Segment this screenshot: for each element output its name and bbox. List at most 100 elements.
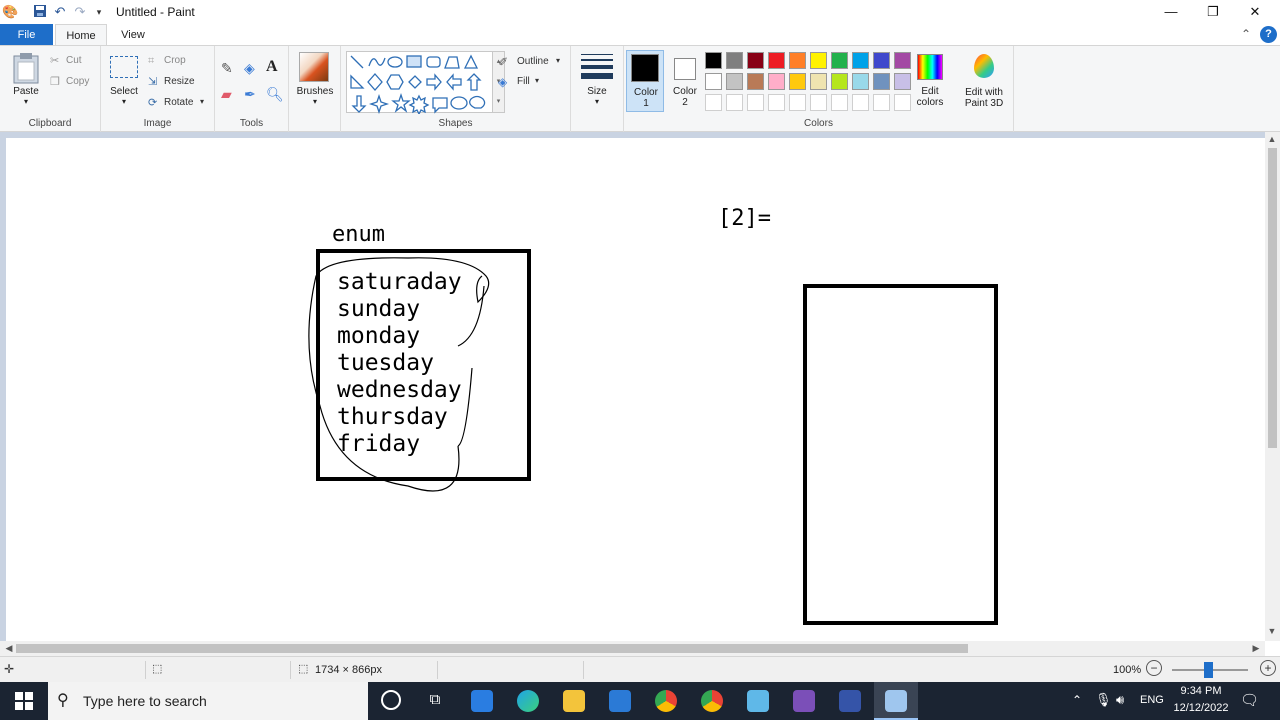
- vertical-scrollbar[interactable]: ▲ ▼: [1265, 132, 1280, 641]
- palette-custom-slot-3[interactable]: [747, 94, 764, 111]
- pencil-icon[interactable]: ✎: [221, 60, 233, 76]
- chrome-icon-2[interactable]: [701, 690, 723, 712]
- fill-bucket-icon[interactable]: ◈: [244, 60, 255, 76]
- palette-custom-slot-5[interactable]: [789, 94, 806, 111]
- edit-with-paint3d-button[interactable]: Edit with Paint 3D: [956, 50, 1012, 114]
- palette-swatch-2-8[interactable]: [852, 73, 869, 90]
- palette-swatch-2-1[interactable]: [705, 73, 722, 90]
- copy-button[interactable]: Copy: [66, 76, 89, 87]
- clock-date[interactable]: 12/12/2022: [1168, 702, 1234, 714]
- close-button[interactable]: ✕: [1232, 0, 1278, 24]
- palette-custom-slot-1[interactable]: [705, 94, 722, 111]
- palette-swatch-1-3[interactable]: [747, 52, 764, 69]
- color1-button[interactable]: Color 1: [626, 50, 664, 112]
- palette-custom-slot-8[interactable]: [852, 94, 869, 111]
- palette-custom-slot-9[interactable]: [873, 94, 890, 111]
- zoom-in-button[interactable]: +: [1260, 660, 1276, 676]
- language-indicator[interactable]: ENG: [1140, 694, 1164, 706]
- edit-colors-button[interactable]: Edit colors: [912, 50, 948, 112]
- palette-swatch-2-5[interactable]: [789, 73, 806, 90]
- palette-swatch-2-9[interactable]: [873, 73, 890, 90]
- text-tool-icon[interactable]: A: [266, 59, 278, 75]
- outline-dropdown-icon[interactable]: ▾: [556, 56, 560, 65]
- outline-button[interactable]: Outline: [517, 56, 549, 67]
- customize-toolbar-chevron-icon[interactable]: ▾: [91, 4, 107, 20]
- tab-file[interactable]: File: [0, 24, 53, 46]
- palette-swatch-1-6[interactable]: [810, 52, 827, 69]
- zoom-out-button[interactable]: −: [1146, 660, 1162, 676]
- palette-swatch-1-4[interactable]: [768, 52, 785, 69]
- edge-icon[interactable]: [517, 690, 539, 712]
- save-icon[interactable]: [32, 4, 48, 20]
- restore-button[interactable]: ❐: [1190, 0, 1236, 24]
- fill-button[interactable]: Fill: [517, 76, 530, 87]
- palette-swatch-1-1[interactable]: [705, 52, 722, 69]
- tab-home[interactable]: Home: [55, 24, 107, 46]
- palette-custom-slot-2[interactable]: [726, 94, 743, 111]
- eraser-icon[interactable]: ▰: [221, 86, 232, 102]
- start-windows-icon[interactable]: [15, 692, 33, 710]
- palette-custom-slot-6[interactable]: [810, 94, 827, 111]
- palette-swatch-1-2[interactable]: [726, 52, 743, 69]
- vertical-scroll-thumb[interactable]: [1268, 148, 1277, 448]
- chrome-icon[interactable]: [655, 690, 677, 712]
- teams-icon[interactable]: [793, 690, 815, 712]
- palette-swatch-1-10[interactable]: [894, 52, 911, 69]
- notepad-icon[interactable]: [747, 690, 769, 712]
- tab-view[interactable]: View: [110, 24, 156, 46]
- file-explorer-icon[interactable]: [563, 690, 585, 712]
- palette-custom-slot-10[interactable]: [894, 94, 911, 111]
- clock-time[interactable]: 9:34 PM: [1168, 685, 1234, 697]
- redo-icon[interactable]: ↷: [72, 4, 88, 20]
- size-button[interactable]: Size ▾: [577, 52, 617, 112]
- minimize-button[interactable]: —: [1148, 0, 1194, 24]
- paint-taskbar-button[interactable]: [874, 682, 918, 720]
- help-icon[interactable]: ?: [1260, 26, 1277, 43]
- palette-swatch-2-2[interactable]: [726, 73, 743, 90]
- palette-swatch-2-6[interactable]: [810, 73, 827, 90]
- cut-button[interactable]: Cut: [66, 55, 82, 66]
- scroll-right-icon[interactable]: ▶: [1249, 643, 1263, 654]
- palette-swatch-2-3[interactable]: [747, 73, 764, 90]
- paste-button[interactable]: Paste ▾: [8, 52, 44, 112]
- scroll-down-icon[interactable]: ▼: [1265, 626, 1279, 636]
- horizontal-scroll-thumb[interactable]: [16, 644, 968, 653]
- palette-custom-slot-7[interactable]: [831, 94, 848, 111]
- fill-dropdown-icon[interactable]: ▾: [535, 76, 539, 85]
- shapes-gallery[interactable]: [346, 51, 493, 116]
- store-icon[interactable]: [471, 690, 493, 712]
- collapse-ribbon-chevron-icon[interactable]: ⌃: [1241, 27, 1251, 41]
- scroll-up-icon[interactable]: ▲: [1265, 134, 1279, 144]
- color2-button[interactable]: Color 2: [666, 50, 704, 112]
- undo-icon[interactable]: ↶: [52, 4, 68, 20]
- palette-swatch-1-5[interactable]: [789, 52, 806, 69]
- horizontal-scrollbar[interactable]: ◀ ▶: [0, 641, 1265, 656]
- magnifier-icon[interactable]: 🔍︎: [266, 86, 284, 102]
- rotate-button[interactable]: Rotate: [164, 97, 193, 108]
- notifications-icon[interactable]: 🗨︎: [1240, 691, 1259, 709]
- drawing-canvas[interactable]: enum saturaday sunday monday tuesday wednesd…: [6, 138, 1265, 641]
- mail-icon[interactable]: [609, 690, 631, 712]
- zoom-slider-thumb[interactable]: [1204, 662, 1213, 678]
- select-button[interactable]: Select ▾: [107, 54, 141, 112]
- color-picker-icon[interactable]: ✒: [244, 86, 256, 102]
- crop-button[interactable]: Crop: [164, 55, 186, 66]
- palette-swatch-1-9[interactable]: [873, 52, 890, 69]
- palette-swatch-2-10[interactable]: [894, 73, 911, 90]
- volume-icon[interactable]: 🔊︎: [1116, 692, 1124, 708]
- cortana-icon[interactable]: [381, 690, 401, 710]
- palette-swatch-1-7[interactable]: [831, 52, 848, 69]
- rotate-dropdown-icon[interactable]: ▾: [200, 97, 204, 106]
- task-view-icon[interactable]: ⧉: [424, 691, 446, 708]
- taskbar-search-box[interactable]: ⚲ Type here to search: [48, 682, 368, 720]
- dev-cpp-icon[interactable]: [839, 690, 861, 712]
- zoom-slider[interactable]: [1172, 662, 1248, 678]
- microphone-icon[interactable]: 🎙︎: [1095, 692, 1112, 708]
- palette-swatch-2-7[interactable]: [831, 73, 848, 90]
- palette-swatch-2-4[interactable]: [768, 73, 785, 90]
- scroll-left-icon[interactable]: ◀: [2, 643, 16, 654]
- palette-custom-slot-4[interactable]: [768, 94, 785, 111]
- paint-app-icon[interactable]: 🎨: [2, 4, 18, 20]
- brushes-button[interactable]: Brushes ▾: [295, 52, 335, 112]
- resize-button[interactable]: Resize: [164, 76, 195, 87]
